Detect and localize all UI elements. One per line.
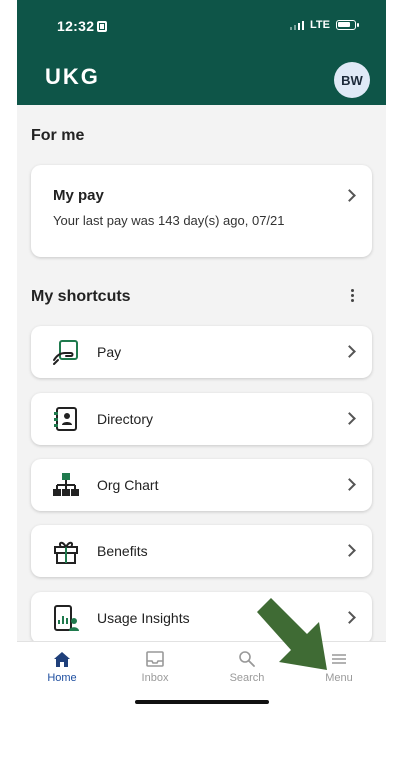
chevron-right-icon [343,189,356,202]
usage-insights-icon [54,605,79,631]
battery-icon [336,20,359,30]
home-icon [54,652,70,667]
pay-icon [53,340,78,365]
status-bar-indicators: LTE [290,19,359,31]
nav-label: Inbox [141,672,169,684]
shortcut-label: Benefits [97,543,148,559]
status-bar-time: 12:32 [57,18,108,34]
shortcut-label: Org Chart [97,477,159,493]
shortcut-label: Directory [97,411,154,427]
shortcut-benefits[interactable]: Benefits [31,525,372,577]
app-header: 12:32 LTE UKG BW [17,0,386,105]
my-shortcuts-title: My shortcuts [31,288,131,305]
phone-screen: 12:32 LTE UKG BW For me My pay Your last… [17,0,386,712]
for-me-title: For me [31,127,85,144]
my-pay-title: My pay [53,187,104,204]
nav-label: Home [47,672,77,684]
more-options-icon[interactable] [351,289,354,302]
shortcut-label: Usage Insights [97,610,190,626]
network-label: LTE [310,19,330,31]
annotation-arrow-icon [257,598,327,670]
ukg-logo: UKG [45,64,100,89]
signal-icon [290,20,305,30]
chevron-right-icon [343,544,356,557]
directory-icon [54,407,77,431]
gift-icon [54,541,78,564]
chevron-right-icon [343,345,356,358]
home-indicator[interactable] [135,700,269,704]
nav-home[interactable]: Home [27,650,97,684]
org-chart-icon [53,473,79,496]
chevron-right-icon [343,412,356,425]
shortcut-label: Pay [97,344,122,360]
avatar[interactable]: BW [334,62,370,98]
shortcut-directory[interactable]: Directory [31,393,372,445]
shortcut-pay[interactable]: Pay [31,326,372,378]
shortcut-org-chart[interactable]: Org Chart [31,459,372,511]
my-pay-card[interactable]: My pay Your last pay was 143 day(s) ago,… [31,165,372,257]
chevron-right-icon [343,478,356,491]
inbox-icon [146,651,164,667]
sim-icon [97,21,108,32]
my-pay-subtitle: Your last pay was 143 day(s) ago, 07/21 [53,213,285,228]
nav-inbox[interactable]: Inbox [120,650,190,684]
